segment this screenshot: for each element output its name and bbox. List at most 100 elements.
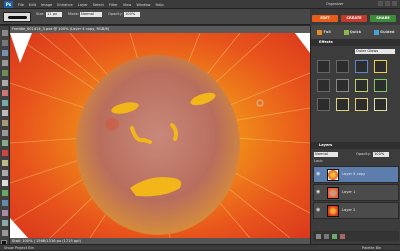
gradient-tool-icon[interactable]	[2, 210, 8, 216]
menu-filter[interactable]: Filter	[109, 3, 118, 7]
brush-preset-picker[interactable]	[3, 12, 31, 22]
eyedropper-tool-icon[interactable]	[2, 60, 8, 66]
zoom-tool-icon[interactable]	[2, 40, 8, 46]
show-project-bin-button[interactable]: Show Project Bin	[4, 245, 34, 251]
opacity-label: Opacity:	[108, 12, 123, 16]
magic-wand-tool-icon[interactable]	[2, 90, 8, 96]
layer-row[interactable]: ◉ Layer 2	[313, 202, 399, 219]
shape-tool-icon[interactable]	[2, 220, 8, 226]
layer-opacity-field[interactable]: 100%	[373, 152, 389, 157]
visibility-eye-icon[interactable]: ◉	[316, 190, 323, 195]
menu-window[interactable]: Window	[136, 3, 150, 7]
effect-thumbnail[interactable]	[355, 98, 368, 111]
menu-file[interactable]: File	[18, 3, 24, 7]
effect-thumbnail[interactable]	[336, 98, 349, 111]
lasso-tool-icon[interactable]	[2, 70, 8, 76]
quick-edit-button[interactable]: Quick	[343, 29, 362, 35]
layer-name: Layer 1	[342, 190, 356, 194]
edit-mode-buttons: Full Quick Guided	[311, 25, 400, 39]
layer-thumbnail	[327, 205, 339, 217]
canvas[interactable]	[10, 33, 310, 238]
menu-help[interactable]: Help	[155, 3, 163, 7]
crop-tool-icon[interactable]	[2, 120, 8, 126]
layer-row[interactable]: ◉ Layer 1	[313, 184, 399, 201]
new-layer-icon[interactable]	[316, 233, 321, 239]
size-field[interactable]: 11 px	[46, 12, 62, 17]
red-eye-tool-icon[interactable]	[2, 150, 8, 156]
baby-face	[76, 55, 240, 235]
eraser-tool-icon[interactable]	[2, 180, 8, 186]
effect-thumbnail[interactable]	[374, 98, 387, 111]
brush-tool-icon[interactable]	[2, 190, 8, 196]
mode-tabs: EDIT CREATE SHARE	[310, 9, 400, 25]
delete-layer-icon[interactable]	[340, 233, 345, 239]
lock-label: Lock:	[314, 159, 324, 163]
effect-thumbnail[interactable]	[336, 79, 349, 92]
menu-select[interactable]: Select	[93, 3, 104, 7]
tab-share[interactable]: SHARE	[370, 15, 396, 22]
effect-thumbnail[interactable]	[355, 79, 368, 92]
paint-bucket-tool-icon[interactable]	[2, 200, 8, 206]
palette-bin-button[interactable]: Palette Bin	[362, 245, 381, 251]
artwork	[10, 33, 310, 238]
maximize-icon[interactable]	[385, 1, 390, 6]
effect-thumbnail[interactable]	[374, 60, 387, 73]
organizer-label: Organizer	[326, 2, 344, 6]
marquee-tool-icon[interactable]	[2, 80, 8, 86]
adjustment-layer-icon[interactable]	[324, 233, 329, 239]
blur-tool-icon[interactable]	[2, 230, 8, 236]
full-edit-button[interactable]: Full	[317, 29, 331, 35]
cookie-cutter-tool-icon[interactable]	[2, 130, 8, 136]
clone-stamp-tool-icon[interactable]	[2, 170, 8, 176]
full-edit-label: Full	[323, 30, 331, 34]
effect-thumbnail[interactable]	[355, 60, 368, 73]
window-controls	[378, 1, 397, 6]
effect-thumbnail[interactable]	[317, 60, 330, 73]
effects-header[interactable]: Effects	[311, 39, 400, 46]
effect-thumbnail[interactable]	[317, 98, 330, 111]
visibility-eye-icon[interactable]: ◉	[316, 208, 323, 213]
menu-image[interactable]: Image	[41, 3, 52, 7]
blend-mode-select[interactable]: Normal	[314, 152, 338, 157]
effects-filter-select[interactable]: Outer Glows	[355, 49, 395, 54]
menu-view[interactable]: View	[123, 3, 132, 7]
layers-header[interactable]: Layers	[311, 142, 400, 149]
hand-tool-icon[interactable]	[2, 50, 8, 56]
guided-edit-button[interactable]: Guided	[374, 29, 394, 35]
tab-create[interactable]: CREATE	[341, 15, 367, 22]
organizer-button[interactable]: Organizer	[326, 1, 352, 8]
move-tool-icon[interactable]	[2, 30, 8, 36]
layer-name: Layer 2	[342, 208, 356, 212]
app-logo: Ps	[4, 1, 13, 8]
effects-title: Effects	[319, 40, 333, 44]
quick-edit-label: Quick	[349, 30, 362, 34]
quick-select-tool-icon[interactable]	[2, 100, 8, 106]
document-tab[interactable]: Freddie_001414_3.psd @ 100% (Layer 4 cop…	[10, 26, 310, 33]
effect-thumbnail[interactable]	[374, 79, 387, 92]
type-tool-icon[interactable]	[2, 110, 8, 116]
palette-bin: Full Quick Guided Effects Outer Glows La…	[310, 25, 400, 244]
minimize-icon[interactable]	[378, 1, 383, 6]
healing-brush-tool-icon[interactable]	[2, 160, 8, 166]
link-layer-icon[interactable]	[332, 233, 337, 239]
mode-select[interactable]: Normal	[80, 12, 102, 17]
size-label: Size:	[36, 12, 45, 16]
effects-grid	[317, 60, 397, 111]
layer-row[interactable]: ◉ Layer 4 copy	[313, 166, 399, 183]
menu-edit[interactable]: Edit	[29, 3, 36, 7]
bin-bar: Show Project Bin Palette Bin	[0, 244, 400, 250]
menu-enhance[interactable]: Enhance	[57, 3, 73, 7]
layer-thumbnail	[327, 187, 339, 199]
effect-thumbnail[interactable]	[317, 79, 330, 92]
tab-edit[interactable]: EDIT	[312, 15, 338, 22]
visibility-eye-icon[interactable]: ◉	[316, 172, 323, 177]
layer-thumbnail	[327, 169, 339, 181]
layer-name: Layer 4 copy	[342, 172, 366, 176]
menu-layer[interactable]: Layer	[78, 3, 88, 7]
opacity-field[interactable]: 100%	[124, 12, 140, 17]
close-icon[interactable]	[392, 1, 397, 6]
effect-thumbnail[interactable]	[336, 60, 349, 73]
guided-edit-icon	[374, 29, 380, 35]
mode-label: Mode:	[68, 12, 80, 16]
straighten-tool-icon[interactable]	[2, 140, 8, 146]
